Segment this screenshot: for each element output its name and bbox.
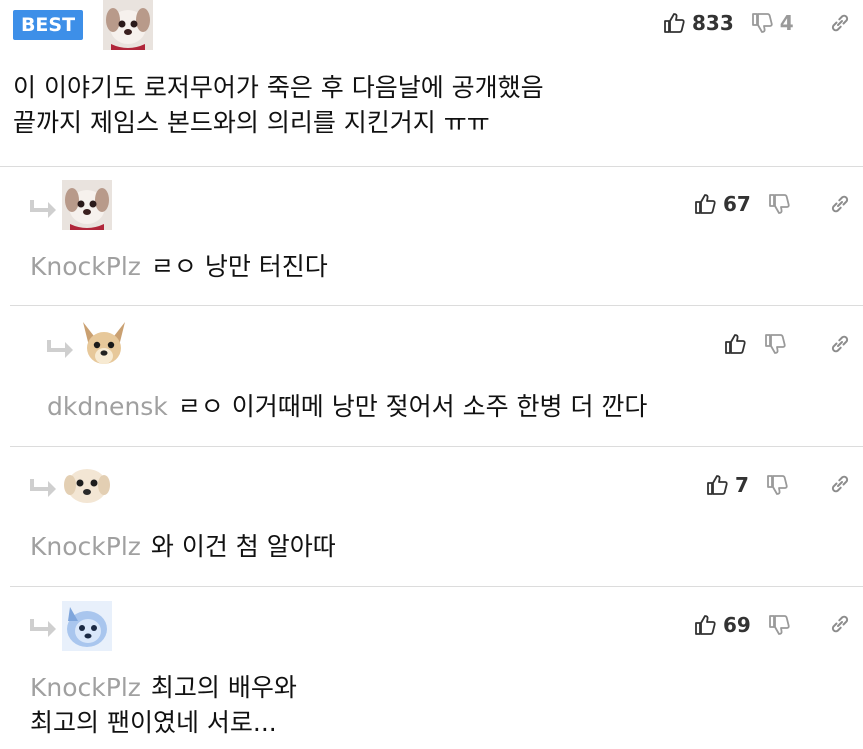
thumbs-down-icon	[765, 334, 786, 354]
comment-body: KnockPlz ㄹㅇ 낭만 터진다	[30, 249, 328, 284]
downvote-button[interactable]	[767, 613, 791, 637]
vote-area	[723, 331, 787, 357]
vote-area: 69	[693, 612, 791, 638]
comment-best: BEST 833 4 이 이야기도 로저무어가 죽은 후 다음날에 공개했음 끝…	[0, 0, 863, 166]
puppy-avatar-icon	[62, 180, 112, 230]
upvote-count: 7	[735, 473, 749, 497]
upvote-button[interactable]: 69	[693, 613, 751, 637]
downvote-button[interactable]: 4	[750, 11, 794, 35]
thumbs-up-icon	[695, 615, 716, 635]
thumbs-down-icon	[767, 475, 788, 495]
comment-text-line: ㄹㅇ 낭만 터진다	[150, 252, 328, 281]
avatar[interactable]	[79, 320, 129, 370]
author-name[interactable]: KnockPlz	[30, 252, 141, 281]
upvote-button[interactable]: 833	[662, 11, 734, 35]
comment-text-line: 이 이야기도 로저무어가 죽은 후 다음날에 공개했음	[13, 73, 544, 102]
link-icon[interactable]	[828, 11, 852, 35]
reply-arrow-icon	[30, 200, 56, 218]
avatar[interactable]	[62, 601, 112, 651]
downvote-button[interactable]	[765, 473, 789, 497]
vote-area: 67	[693, 191, 791, 217]
avatar[interactable]	[103, 0, 153, 50]
thumbs-up-icon	[664, 13, 685, 33]
upvote-count: 69	[723, 613, 751, 637]
thumbs-down-icon	[751, 13, 773, 33]
thumbs-down-icon	[768, 194, 790, 214]
link-icon[interactable]	[828, 192, 852, 216]
comment-text-line: 최고의 배우와	[150, 673, 297, 702]
reply-arrow-icon	[30, 619, 56, 637]
downvote-button[interactable]	[763, 332, 787, 356]
upvote-count: 67	[723, 192, 751, 216]
thumbs-down-icon	[768, 615, 790, 635]
vote-area: 833 4	[662, 10, 794, 36]
author-name[interactable]: KnockPlz	[30, 673, 141, 702]
link-icon[interactable]	[828, 332, 852, 356]
comment-text-line: 최고의 팬이였네 서로...	[30, 708, 277, 737]
samoyed-avatar-icon	[62, 601, 112, 651]
comment-text-line: ㄹㅇ 이거때메 낭만 젖어서 소주 한병 더 깐다	[177, 392, 648, 421]
downvote-count: 4	[779, 11, 794, 35]
upvote-count: 833	[692, 11, 734, 35]
thumbs-up-icon	[725, 334, 746, 354]
downvote-button[interactable]	[767, 192, 791, 216]
thumbs-up-icon	[707, 475, 728, 495]
comment-reply: 7 KnockPlz 와 이건 첨 알아따	[0, 447, 863, 586]
vote-area: 7	[705, 472, 789, 498]
comment-body: KnockPlz 와 이건 첨 알아따	[30, 529, 336, 564]
chihuahua-avatar-icon	[79, 320, 129, 370]
puppy-avatar-icon	[103, 0, 153, 50]
author-name[interactable]: dkdnensk	[47, 392, 168, 421]
upvote-button[interactable]	[723, 332, 747, 356]
comment-reply: 67 KnockPlz ㄹㅇ 낭만 터진다	[0, 167, 863, 305]
best-badge: BEST	[13, 10, 83, 40]
link-icon[interactable]	[828, 612, 852, 636]
upvote-button[interactable]: 7	[705, 473, 749, 497]
comment-reply: 69 KnockPlz 최고의 배우와 최고의 팬이였네 서로...	[0, 587, 863, 749]
link-icon[interactable]	[828, 472, 852, 496]
puppy-avatar-icon	[62, 459, 112, 509]
comment-body: dkdnensk ㄹㅇ 이거때메 낭만 젖어서 소주 한병 더 깐다	[47, 389, 647, 424]
comment-text-line: 와 이건 첨 알아따	[150, 532, 336, 561]
comment-reply: dkdnensk ㄹㅇ 이거때메 낭만 젖어서 소주 한병 더 깐다	[0, 306, 863, 446]
reply-arrow-icon	[47, 340, 73, 358]
author-name[interactable]: KnockPlz	[30, 532, 141, 561]
comment-body: KnockPlz 최고의 배우와	[30, 670, 297, 705]
comment-text-line: 끝까지 제임스 본드와의 의리를 지킨거지 ㅠㅠ	[13, 108, 490, 137]
upvote-button[interactable]: 67	[693, 192, 751, 216]
avatar[interactable]	[62, 459, 112, 509]
thumbs-up-icon	[695, 194, 716, 214]
reply-arrow-icon	[30, 479, 56, 497]
avatar[interactable]	[62, 180, 112, 230]
